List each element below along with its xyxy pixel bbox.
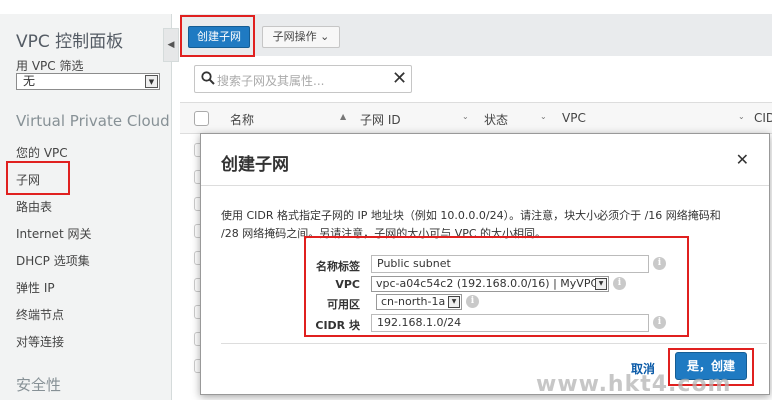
sort-icon[interactable]: ⌄ <box>738 112 745 121</box>
column-name[interactable]: 名称 <box>230 111 254 128</box>
close-icon[interactable]: ✕ <box>736 150 749 169</box>
search-input[interactable]: 搜索子网及其属性... <box>217 72 324 89</box>
create-subnet-dialog: 创建子网 ✕ 使用 CIDR 格式指定子网的 IP 地址块（例如 10.0.0.… <box>200 133 770 395</box>
sort-icon[interactable]: ⌄ <box>462 112 469 121</box>
sort-icon[interactable]: ⌄ <box>540 112 547 121</box>
column-cidr[interactable]: CID <box>754 111 772 125</box>
search-icon <box>201 71 215 85</box>
cidr-block-input[interactable]: 192.168.1.0/24 <box>371 314 649 332</box>
info-icon[interactable]: i <box>653 316 666 329</box>
select-all-checkbox[interactable] <box>194 111 209 126</box>
cidr-block-label: CIDR 块 <box>315 319 360 332</box>
divider <box>201 185 769 186</box>
section-security-heading: 安全性 <box>16 376 62 394</box>
column-vpc[interactable]: VPC <box>562 111 586 125</box>
column-state[interactable]: 状态 <box>484 111 508 128</box>
availability-zone-label: 可用区 <box>327 298 360 311</box>
chevron-down-icon: ▼ <box>448 296 460 308</box>
vpc-select-value: vpc-a04c54c2 (192.168.0.0/16) | MyVPC <box>376 277 599 290</box>
sort-asc-icon[interactable]: ▲ <box>340 112 346 121</box>
chevron-down-icon: ▼ <box>595 278 607 290</box>
watermark: www.hkt4.com <box>536 372 732 397</box>
create-subnet-button[interactable]: 创建子网 <box>188 26 250 48</box>
sidebar-item-subnets[interactable]: 子网 <box>16 171 40 188</box>
sidebar-item-your-vpcs[interactable]: 您的 VPC <box>16 144 68 161</box>
chevron-down-icon: ▼ <box>145 75 158 88</box>
dialog-title: 创建子网 <box>221 155 289 175</box>
vpc-filter-label: 用 VPC 筛选 <box>16 59 84 73</box>
vpc-select[interactable]: vpc-a04c54c2 (192.168.0.0/16) | MyVPC ▼ <box>371 276 609 292</box>
sidebar-item-endpoints[interactable]: 终端节点 <box>16 306 64 323</box>
close-icon[interactable]: ✕ <box>392 68 407 89</box>
info-icon[interactable]: i <box>653 257 666 270</box>
search-bar[interactable]: 搜索子网及其属性... ✕ <box>194 65 412 93</box>
availability-zone-select[interactable]: cn-north-1a ▼ <box>376 294 462 310</box>
dialog-description: 使用 CIDR 格式指定子网的 IP 地址块（例如 10.0.0.0/24）。请… <box>221 209 721 240</box>
sidebar-item-route-tables[interactable]: 路由表 <box>16 198 52 215</box>
sidebar: VPC 控制面板 用 VPC 筛选 无 ▼ Virtual Private Cl… <box>0 14 172 400</box>
vpc-filter-select[interactable]: 无 ▼ <box>16 73 160 90</box>
vpc-label: VPC <box>335 278 360 291</box>
subnet-actions-button[interactable]: 子网操作 ⌄ <box>262 26 340 48</box>
name-tag-input[interactable]: Public subnet <box>371 255 649 273</box>
sidebar-item-internet-gateways[interactable]: Internet 网关 <box>16 225 91 242</box>
collapse-sidebar-button[interactable]: ◀ <box>163 28 179 62</box>
sidebar-item-dhcp-options[interactable]: DHCP 选项集 <box>16 252 90 269</box>
info-icon[interactable]: i <box>466 295 479 308</box>
sidebar-item-elastic-ip[interactable]: 弹性 IP <box>16 279 55 296</box>
chevron-left-icon: ◀ <box>167 40 175 50</box>
divider <box>221 343 767 344</box>
vpc-filter-value: 无 <box>23 74 36 88</box>
toolbar: 创建子网 子网操作 ⌄ <box>180 14 772 56</box>
info-icon[interactable]: i <box>613 277 626 290</box>
table-header: 名称 ▲ 子网 ID ⌄ 状态 ⌄ VPC ⌄ CID <box>180 102 772 134</box>
sidebar-title: VPC 控制面板 <box>16 32 124 52</box>
section-vpc-heading: Virtual Private Cloud <box>16 112 170 130</box>
name-tag-label: 名称标签 <box>316 260 360 273</box>
sidebar-item-peering[interactable]: 对等连接 <box>16 333 64 350</box>
column-subnet-id[interactable]: 子网 ID <box>360 111 401 128</box>
availability-zone-value: cn-north-1a <box>381 295 446 308</box>
